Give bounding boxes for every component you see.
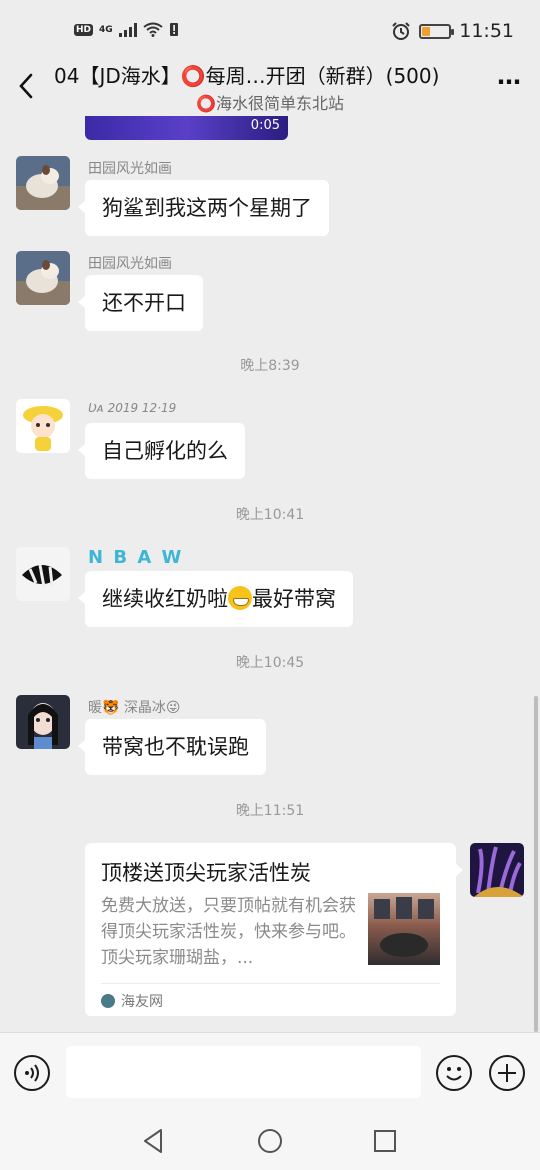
emoji-button[interactable]	[436, 1055, 472, 1091]
hd-badge: HD	[74, 23, 94, 36]
avatar[interactable]	[16, 695, 70, 749]
message-text-after: 最好带窝	[252, 587, 336, 611]
link-card-thumbnail	[368, 893, 440, 965]
message-bubble[interactable]: 还不开口	[78, 275, 203, 331]
nav-home-icon[interactable]	[255, 1126, 285, 1156]
video-duration: 0:05	[250, 118, 280, 133]
message-text-before: 继续收红奶啦	[102, 587, 228, 611]
nav-recents-icon[interactable]	[370, 1126, 400, 1156]
avatar[interactable]	[16, 156, 70, 210]
sender-name: 田园风光如画	[88, 161, 172, 177]
self-avatar[interactable]	[470, 843, 524, 897]
signal-icon	[118, 22, 137, 37]
status-left: HD 4G	[74, 22, 179, 37]
status-bar: HD 4G 11:51	[0, 0, 540, 66]
network-type: 4G	[99, 24, 113, 35]
link-card-divider	[101, 983, 440, 984]
voice-input-button[interactable]	[14, 1055, 50, 1091]
chat-subtitle: ⭕海水很简单东北站	[196, 94, 344, 113]
video-message[interactable]: 0:05	[85, 116, 288, 140]
battery-icon	[419, 23, 455, 39]
more-functions-button[interactable]	[489, 1055, 525, 1091]
message-timestamp: 晚上10:45	[235, 655, 305, 671]
message-bubble[interactable]: 狗鲨到我这两个星期了	[78, 180, 329, 236]
sender-name: 田园风光如画	[88, 256, 172, 272]
dog-avatar-image	[16, 156, 70, 210]
angelfish-avatar-image	[16, 547, 70, 601]
message-input[interactable]	[66, 1046, 421, 1098]
charcoal-product-image	[374, 897, 434, 957]
wifi-icon	[143, 22, 163, 37]
link-card-title: 顶楼送顶尖玩家活性炭	[101, 861, 311, 885]
voice-icon	[25, 1064, 39, 1082]
shared-link-card[interactable]: 顶楼送顶尖玩家活性炭 免费大放送，只要顶帖就有机会获得顶尖玩家活性炭，快来参与吧…	[85, 843, 463, 1016]
chat-title: 04【JD海水】⭕每周…开团（新群）(500)	[54, 64, 440, 88]
message-bubble[interactable]: 继续收红奶啦 最好带窝	[78, 571, 353, 627]
message-timestamp: 晚上8:39	[240, 358, 300, 374]
dog-avatar-image	[16, 251, 70, 305]
message-bubble[interactable]: 带窝也不耽误跑	[78, 719, 266, 775]
sender-name: Ʋᴀ 2019 12·19	[88, 401, 177, 415]
message-bubble[interactable]: 自己孵化的么	[78, 423, 245, 479]
message-input-bar	[0, 1032, 540, 1114]
avatar[interactable]	[16, 251, 70, 305]
sim-alert-icon	[169, 23, 178, 36]
chat-header: 04【JD海水】⭕每周…开团（新群）(500) ⭕海水很简单东北站 …	[0, 58, 540, 116]
status-right: 11:51	[391, 20, 514, 42]
sender-name: 暖🐯 深晶冰😜	[88, 700, 181, 716]
smiley-icon	[446, 1067, 462, 1081]
message-timestamp: 晚上11:51	[235, 803, 305, 819]
avatar[interactable]	[16, 399, 70, 453]
link-card-description: 免费大放送，只要顶帖就有机会获得顶尖玩家活性炭，快来参与吧。顶尖玩家珊瑚盐，..…	[101, 896, 356, 968]
status-time: 11:51	[459, 20, 514, 42]
sender-name: N B A W	[88, 547, 184, 568]
anime-girl-avatar-image	[16, 695, 70, 749]
message-timestamp: 晚上10:41	[235, 507, 305, 523]
coral-avatar-image	[470, 843, 524, 897]
cartoon-girl-avatar-image	[16, 399, 70, 453]
avatar[interactable]	[16, 547, 70, 601]
source-site-icon	[101, 994, 115, 1008]
link-card-source-name: 海友网	[121, 994, 163, 1010]
grinning-emoji-icon	[228, 586, 252, 610]
link-card-source: 海友网	[101, 991, 163, 1011]
nav-back-icon[interactable]	[139, 1126, 169, 1156]
plus-icon	[498, 1064, 516, 1082]
system-nav-bar	[0, 1114, 540, 1170]
alarm-icon	[392, 22, 410, 40]
more-options-button[interactable]: …	[497, 62, 522, 90]
chat-scrollbar[interactable]	[534, 696, 538, 1032]
